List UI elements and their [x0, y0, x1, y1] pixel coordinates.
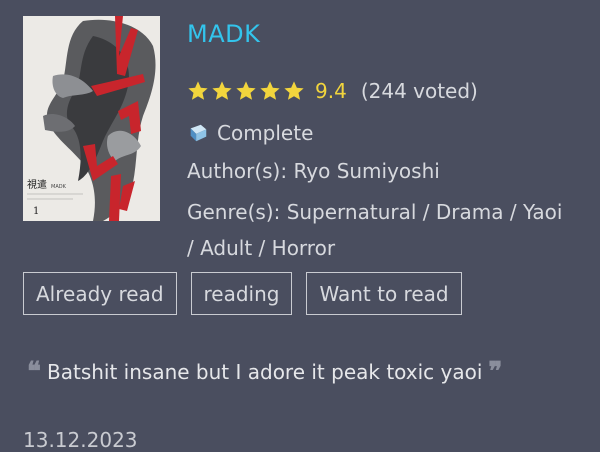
reading-button[interactable]: reading	[190, 272, 293, 315]
close-quote-icon: ❞	[488, 357, 503, 387]
star-icon[interactable]	[235, 80, 257, 102]
review-text: Batshit insane but I adore it peak toxic…	[47, 360, 483, 384]
cover-title-en: MADK	[51, 184, 67, 190]
book-icon	[190, 124, 207, 142]
manga-title[interactable]: MADK	[187, 20, 260, 48]
star-icon[interactable]	[283, 80, 305, 102]
status-text: Complete	[217, 121, 314, 145]
star-rating[interactable]	[187, 80, 305, 102]
cover-title-jp: 視遣	[27, 178, 47, 191]
status-row: Complete	[187, 121, 313, 145]
rating-row: 9.4 (244 voted)	[187, 76, 478, 106]
shelf-buttons: Already read reading Want to read	[23, 272, 462, 315]
star-icon[interactable]	[187, 80, 209, 102]
already-read-button[interactable]: Already read	[23, 272, 177, 315]
open-quote-icon: ❝	[27, 357, 41, 387]
cover-volume: 1	[33, 206, 39, 217]
want-to-read-button[interactable]: Want to read	[306, 272, 462, 315]
author-line[interactable]: Author(s): Ryo Sumiyoshi	[187, 159, 440, 183]
star-icon[interactable]	[211, 80, 233, 102]
star-icon[interactable]	[259, 80, 281, 102]
vote-count: (244 voted)	[360, 79, 478, 103]
review: ❝ Batshit insane but I adore it peak tox…	[27, 357, 502, 387]
review-date: 13.12.2023	[23, 428, 138, 452]
cover-image[interactable]: 視遣 MADK 1	[23, 16, 160, 221]
rating-score: 9.4	[315, 79, 347, 103]
genre-line[interactable]: Genre(s): Supernatural / Drama / Yaoi / …	[187, 194, 572, 266]
